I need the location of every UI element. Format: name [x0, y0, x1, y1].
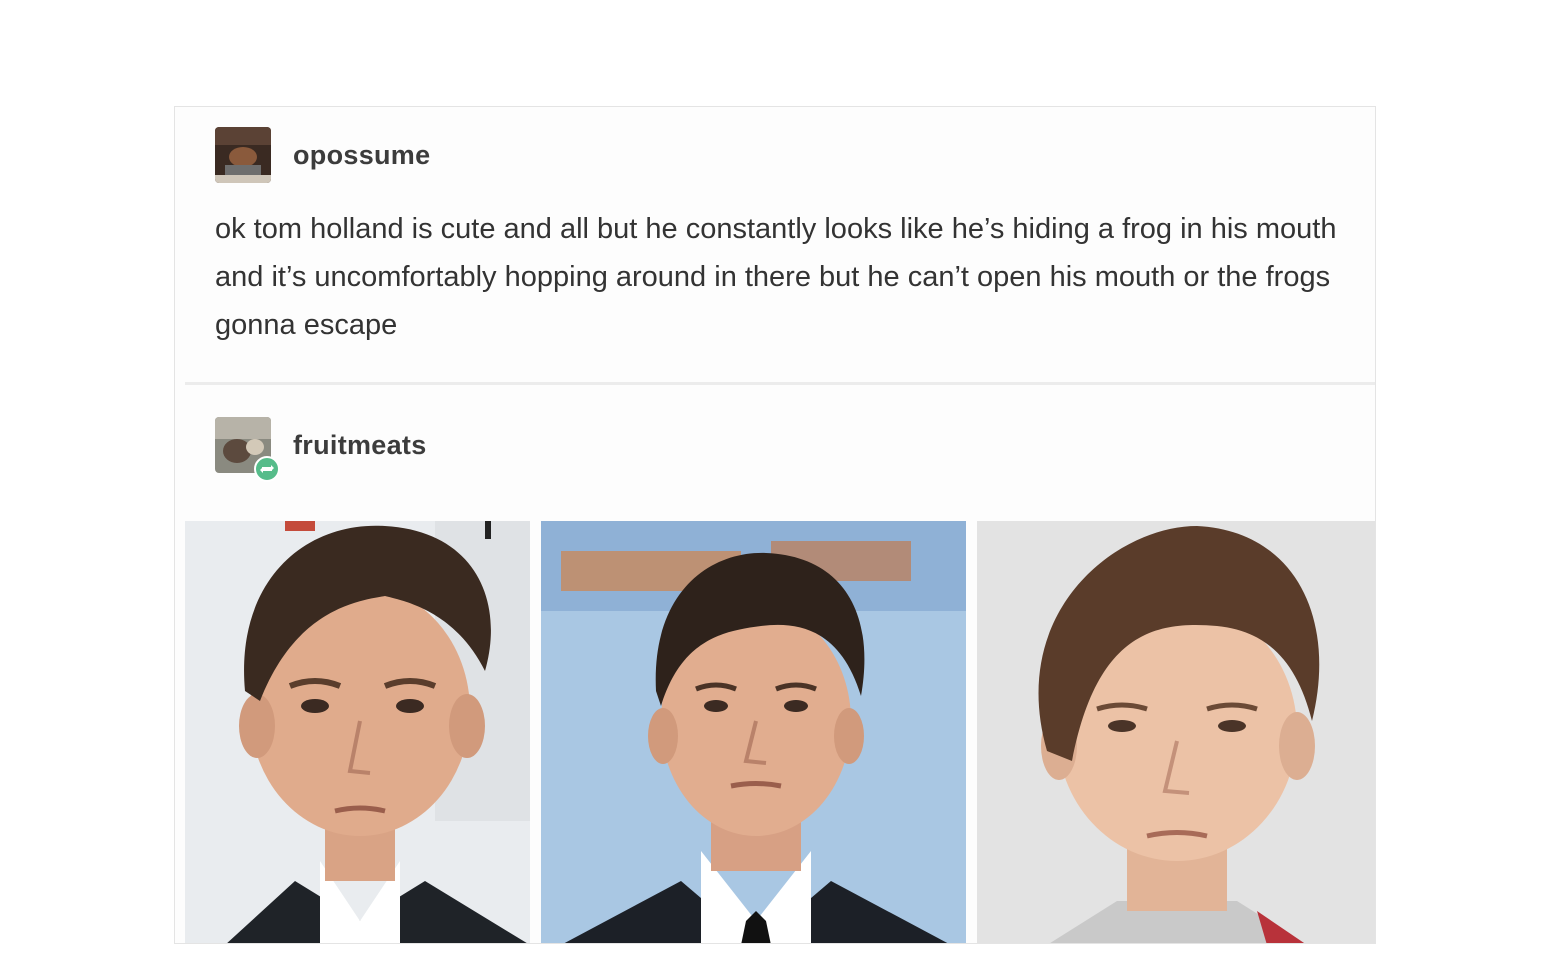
- post-header-fruitmeats: fruitmeats: [215, 417, 427, 482]
- post-header-opossume: opossume: [215, 127, 430, 183]
- reblog-divider: [185, 382, 1375, 385]
- post-body-text: ok tom holland is cute and all but he co…: [215, 213, 1337, 341]
- user-avatar-icon: [215, 127, 271, 183]
- avatar[interactable]: [215, 417, 280, 482]
- avatar[interactable]: [215, 127, 271, 183]
- reblog-icon: [254, 456, 280, 482]
- photo-2[interactable]: [541, 521, 966, 943]
- photo-3[interactable]: [977, 521, 1375, 943]
- username-opossume[interactable]: opossume: [293, 140, 430, 171]
- photo-1[interactable]: [185, 521, 530, 943]
- username-fruitmeats[interactable]: fruitmeats: [293, 430, 427, 461]
- tumblr-post-card: opossume ok tom holland is cute and all …: [174, 106, 1376, 944]
